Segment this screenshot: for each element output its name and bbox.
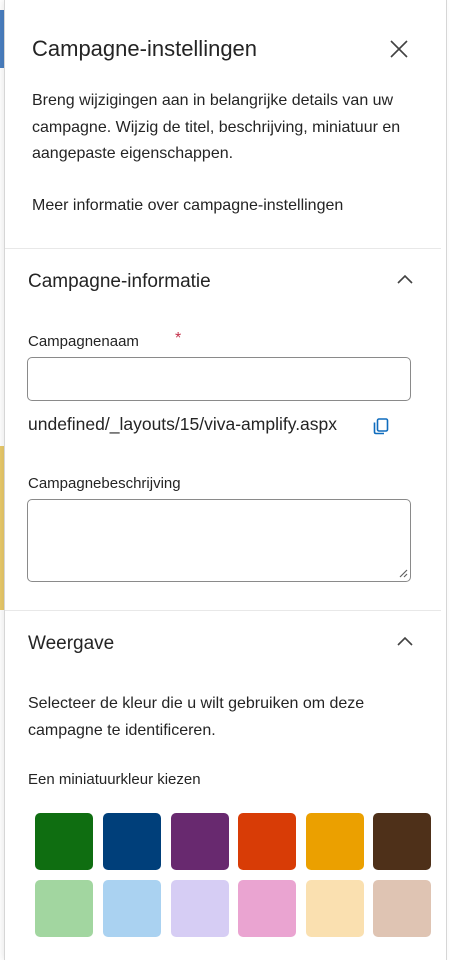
panel-description: Breng wijzigingen aan in belangrijke det… xyxy=(32,92,401,162)
color-swatch[interactable] xyxy=(238,813,296,870)
copy-icon xyxy=(373,418,389,435)
chevron-up-icon xyxy=(397,274,413,284)
campaign-info-heading: Campagne-informatie xyxy=(28,271,211,292)
appearance-toggle[interactable] xyxy=(393,629,417,653)
chevron-up-icon xyxy=(397,636,413,646)
section-divider xyxy=(5,610,441,611)
color-swatch[interactable] xyxy=(306,813,364,870)
panel-title: Campagne-instellingen xyxy=(32,36,258,61)
color-swatch[interactable] xyxy=(238,880,296,937)
campaign-name-label: Campagnenaam xyxy=(28,333,139,350)
campaign-description-input[interactable] xyxy=(27,499,411,582)
campaign-info-toggle[interactable] xyxy=(393,267,417,291)
campaign-url: undefined/_layouts/15/viva-amplify.aspx xyxy=(28,414,338,434)
section-divider xyxy=(5,248,441,249)
close-icon xyxy=(390,40,408,58)
close-button[interactable] xyxy=(384,34,414,64)
color-swatch[interactable] xyxy=(171,813,229,870)
color-swatch[interactable] xyxy=(35,813,93,870)
color-swatch[interactable] xyxy=(35,880,93,937)
color-swatch[interactable] xyxy=(171,880,229,937)
required-marker: * xyxy=(175,330,182,347)
appearance-heading: Weergave xyxy=(28,633,115,654)
color-swatch[interactable] xyxy=(103,880,161,937)
copy-url-button[interactable] xyxy=(371,416,391,436)
color-swatch[interactable] xyxy=(373,880,431,937)
color-picker-label: Een miniatuurkleur kiezen xyxy=(28,771,201,788)
campaign-name-input[interactable] xyxy=(27,357,411,401)
learn-more-link[interactable]: Meer informatie over campagne-instelling… xyxy=(32,197,343,215)
color-swatch[interactable] xyxy=(373,813,431,870)
resize-handle-icon[interactable] xyxy=(398,568,408,578)
campaign-description-label: Campagnebeschrijving xyxy=(28,475,181,492)
color-swatch[interactable] xyxy=(103,813,161,870)
color-swatch[interactable] xyxy=(306,880,364,937)
color-description: Selecteer de kleur die u wilt gebruiken … xyxy=(28,695,365,739)
